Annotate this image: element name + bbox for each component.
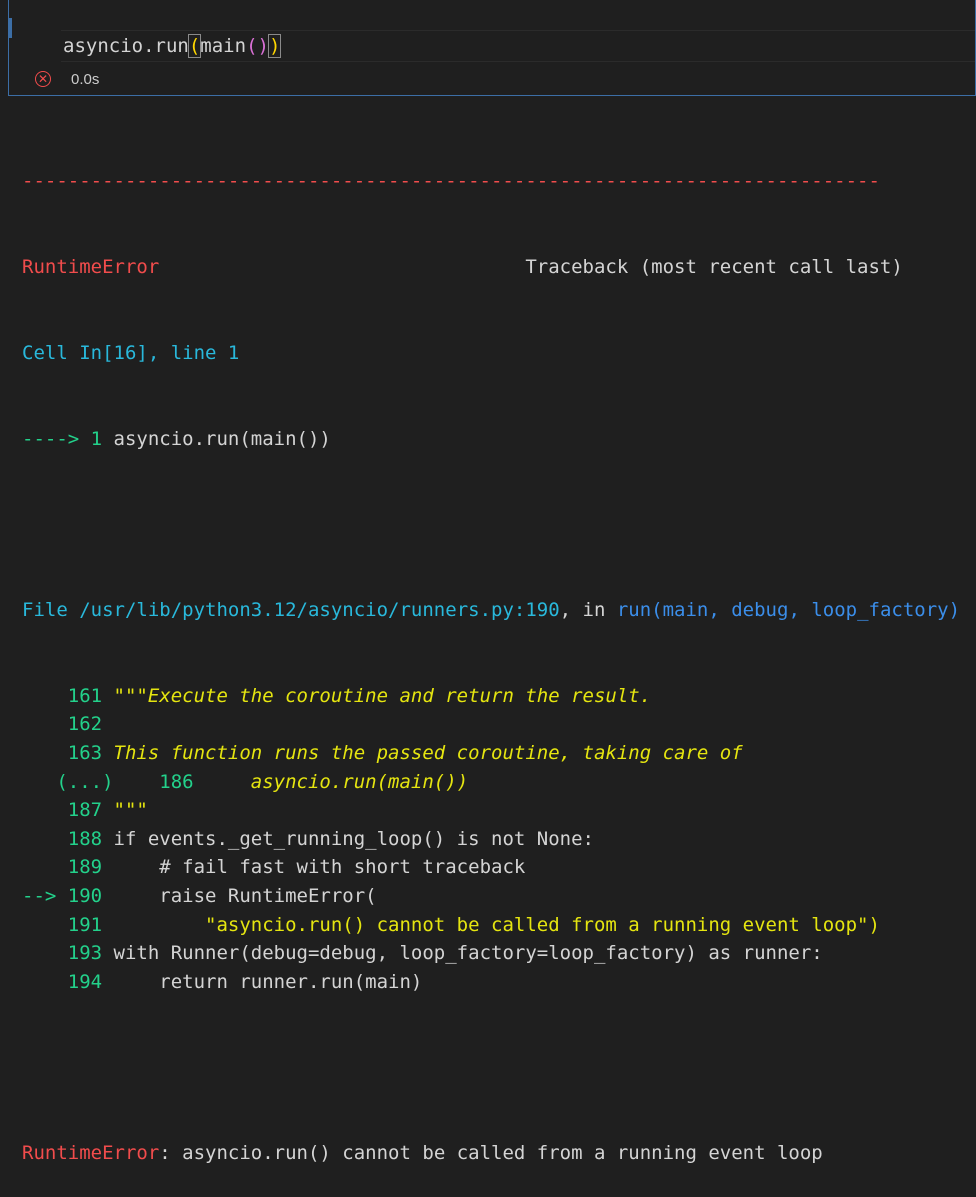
line-number: 163 [22,742,114,765]
traceback-code-line: 194 return runner.run(main) [22,968,976,997]
final-error: RuntimeError: asyncio.run() cannot be ca… [22,1139,976,1168]
file-reference: File /usr/lib/python3.12/asyncio/runners… [22,599,961,622]
line-number: 194 [22,970,114,993]
function-name: run [616,599,652,622]
line-number: 187 [22,799,114,822]
line-code: asyncio.run(main()) [205,770,469,793]
line-number: 188 [22,827,114,850]
final-error-name: RuntimeError [22,1142,160,1165]
line-code: # fail fast with short traceback [113,856,526,879]
traceback-arrow-line: ----> 1 asyncio.run(main()) [22,427,331,450]
line-code: """Execute the coroutine and return the … [113,684,652,707]
traceback-code-line: 191 "asyncio.run() cannot be called from… [22,911,976,940]
traceback-code-line: 187 """ [22,796,976,825]
execution-time: 0.0s [71,70,100,88]
final-error-message: : asyncio.run() cannot be called from a … [159,1142,823,1165]
traceback-code-line: 161 """Execute the coroutine and return … [22,682,976,711]
execution-status: ✕ 0.0s [35,68,99,90]
bracket-open: ( [187,34,202,58]
line-number: 161 [22,684,114,707]
line-number: 191 [22,913,114,936]
cell-focus-indicator [9,18,12,38]
line-number: 189 [22,856,114,879]
line-code: return runner.run(main) [113,970,423,993]
notebook-cell[interactable]: asyncio.run(main()) ✕ 0.0s [8,0,976,96]
line-code: raise RuntimeError( [113,885,377,908]
traceback-code-line: 193 with Runner(debug=debug, loop_factor… [22,939,976,968]
traceback-header: RuntimeError Traceback (most recent call… [22,253,976,282]
cell-output: ----------------------------------------… [22,110,976,1197]
line-number: 162 [22,713,103,736]
bracket-inner: () [246,35,269,57]
line-code: with Runner(debug=debug, loop_factory=lo… [113,942,823,965]
traceback-separator: ----------------------------------------… [22,170,880,193]
line-code: This function runs the passed coroutine,… [113,742,743,765]
bracket-close: ) [267,34,282,58]
line-number: 193 [22,942,114,965]
line-code: """ [113,799,148,822]
error-name: RuntimeError [22,255,160,278]
file-path-link[interactable]: /usr/lib/python3.12/asyncio/runners.py:1… [79,599,559,621]
traceback-code-line: 188 if events._get_running_loop() is not… [22,825,976,854]
code-editor[interactable]: asyncio.run(main()) [61,30,975,62]
traceback-code-line: 163 This function runs the passed corout… [22,739,976,768]
line-code: if events._get_running_loop() is not Non… [113,827,594,850]
line-number: --> 190 [22,885,114,908]
error-circle-icon: ✕ [35,71,51,87]
traceback-code-line: 189 # fail fast with short traceback [22,853,976,882]
traceback-title: Traceback (most recent call last) [525,255,903,278]
line-number: (...) 186 [22,770,206,793]
traceback-code-line: --> 190 raise RuntimeError( [22,882,976,911]
code-line[interactable]: asyncio.run(main()) [63,31,282,61]
line-code: "asyncio.run() cannot be called from a r… [113,913,880,936]
cell-reference[interactable]: Cell In[16], line 1 [22,339,976,368]
traceback-code-line: 162 [22,710,976,739]
traceback-code-line: (...) 186 asyncio.run(main()) [22,768,976,797]
